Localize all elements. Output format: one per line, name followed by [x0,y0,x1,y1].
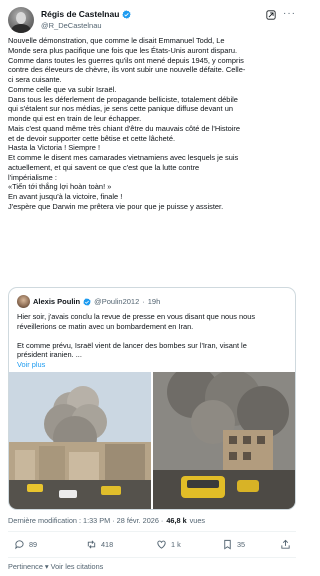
share-icon [281,539,290,549]
bookmark-count: 35 [237,540,246,549]
quoted-verified-badge-icon [83,297,91,306]
explosion-smoke-photo-left[interactable] [9,372,151,509]
quoted-tweet-card[interactable]: Alexis Poulin @Poulin2012 · 19h Hier soi… [8,287,296,510]
grok-icon[interactable] [266,10,276,20]
tweet-meta: Dernière modification : 1:33 PM · 28 fév… [8,516,205,525]
quoted-tweet-header: Alexis Poulin @Poulin2012 · 19h [17,295,160,308]
divider [8,557,296,558]
author-handle[interactable]: @R_DeCastelnau [41,21,102,30]
sort-and-quotes-row[interactable]: Pertinence ▾ Voir les citations [8,562,103,571]
heart-icon [157,540,166,549]
divider [8,531,296,532]
retweet-button[interactable]: 418 [86,539,113,550]
modified-timestamp[interactable]: Dernière modification : 1:33 PM · 28 fév… [8,516,163,525]
tweet-body-text: Nouvelle démonstration, que comme le dis… [8,36,246,211]
reply-button[interactable]: 89 [14,539,37,550]
action-bar: 89 418 1 k 35 [8,539,296,553]
share-button[interactable] [280,539,291,550]
separator-dot: · [142,297,145,306]
quoted-tweet-images [9,372,295,509]
quoted-author-avatar [17,295,30,308]
like-count: 1 k [171,540,181,549]
retweet-count: 418 [101,540,114,549]
author-avatar[interactable] [8,7,34,33]
retweet-icon [87,540,96,549]
more-options-icon[interactable]: ··· [283,8,296,19]
author-name-row[interactable]: Régis de Castelnau [41,9,132,19]
reply-count: 89 [29,540,38,549]
bookmark-icon [224,539,231,550]
quoted-author-name: Alexis Poulin [33,297,81,306]
views-label: vues [189,516,206,525]
like-button[interactable]: 1 k [156,539,181,550]
tweet-header: Régis de Castelnau @R_DeCastelnau ··· [8,7,298,35]
see-more-link[interactable]: Voir plus [17,360,45,369]
explosion-smoke-photo-right[interactable] [153,372,295,509]
bookmark-button[interactable]: 35 [222,539,245,550]
views-count: 46,8 k [166,516,187,525]
verified-badge-icon [122,9,132,19]
quoted-tweet-time: 19h [147,297,161,306]
reply-icon [15,540,24,550]
author-display-name[interactable]: Régis de Castelnau [41,9,119,19]
quoted-tweet-text: Hier soir, j'avais conclu la revue de pr… [17,312,256,360]
quoted-author-handle: @Poulin2012 [94,297,140,306]
